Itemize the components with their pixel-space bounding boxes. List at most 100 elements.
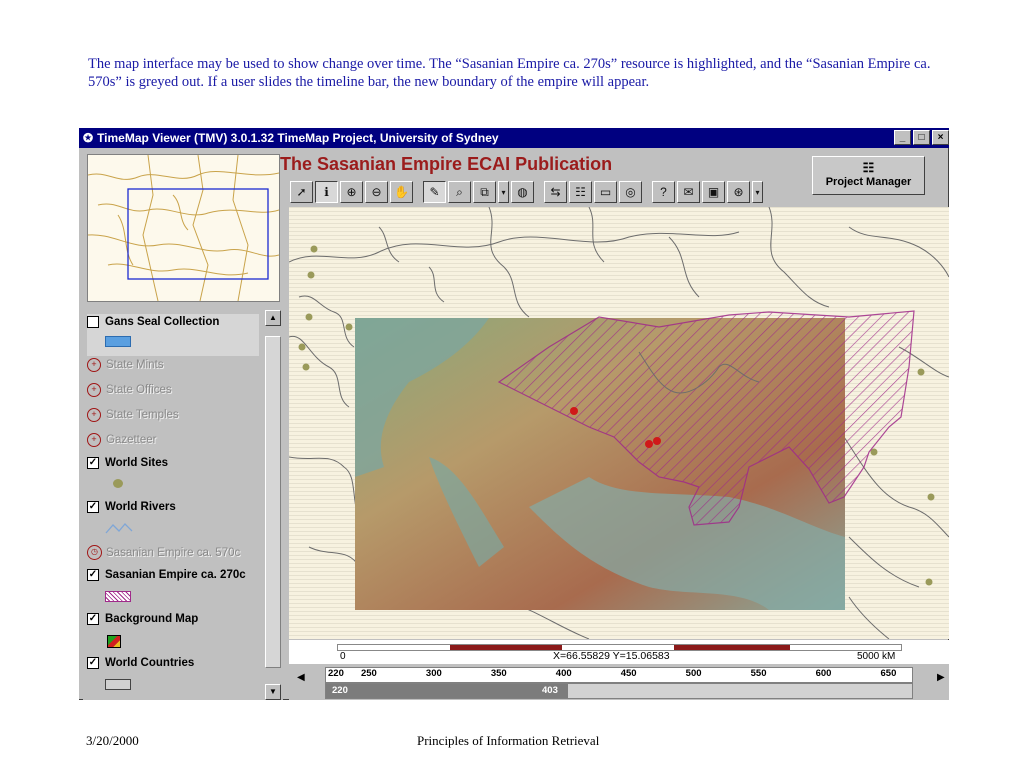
scale-bar: 0 X=66.55829 Y=15.06583 5000 kM	[289, 640, 949, 664]
layer-label: World Sites	[105, 457, 169, 469]
layer-swatch	[105, 521, 133, 540]
layer-item[interactable]: + State Offices	[87, 383, 172, 397]
overview-map[interactable]	[87, 154, 280, 302]
layer-item[interactable]: + State Mints	[87, 358, 164, 372]
dropdown-2-icon[interactable]: ▾	[752, 181, 763, 203]
app-icon: ✪	[83, 131, 94, 145]
save-icon[interactable]: ▣	[702, 181, 725, 203]
layer-item[interactable]: + Gazetteer	[87, 433, 157, 447]
layer-label: World Countries	[105, 657, 195, 669]
window-icon[interactable]: ▭	[594, 181, 617, 203]
scale-end-label: 5000 kM	[857, 651, 896, 662]
main-map-graphic	[289, 207, 949, 639]
cursor-coordinates: X=66.55829 Y=15.06583	[553, 650, 670, 662]
layer-item[interactable]: ✓ World Rivers	[87, 501, 176, 513]
query-magnifier-icon[interactable]: +	[87, 408, 101, 422]
timeline-tick: 250	[360, 668, 377, 679]
timeline-tick: 400	[555, 668, 572, 679]
layer-label: Sasanian Empire ca. 270c	[105, 569, 246, 581]
layer-item[interactable]: ◷ Sasanian Empire ca. 570c	[87, 545, 240, 560]
layer-panel: ▲ ▼ Gans Seal Collection + State Mints + Sta…	[83, 310, 283, 700]
timeline-tick: 350	[490, 668, 507, 679]
timeline-slider[interactable]: 220 403	[325, 683, 913, 699]
copy-icon[interactable]: ⧉	[473, 181, 496, 203]
legend-icon[interactable]: ☷	[569, 181, 592, 203]
dropdown-icon[interactable]: ▾	[498, 181, 509, 203]
query-magnifier-icon[interactable]: +	[87, 358, 101, 372]
timeline-ruler: 220 250 300 350 400 450 500 550 600 650	[325, 667, 913, 683]
layer-scrollbar[interactable]: ▲ ▼	[265, 310, 281, 700]
timeline-selected-range[interactable]	[326, 684, 568, 698]
arrange-icon[interactable]: ⇆	[544, 181, 567, 203]
ruler-icon[interactable]: ✎	[423, 181, 446, 203]
timeline-start-label: 220	[332, 685, 348, 696]
overview-map-graphic	[88, 155, 279, 301]
timeline-end-label: 403	[542, 685, 558, 696]
info-icon[interactable]: ℹ	[315, 181, 338, 203]
main-map[interactable]	[289, 207, 949, 639]
close-button[interactable]: ×	[932, 130, 949, 145]
select-arrow-icon[interactable]: ➚	[290, 181, 313, 203]
window-title: TimeMap Viewer (TMV) 3.0.1.32 TimeMap Pr…	[97, 131, 499, 145]
slide-caption: The map interface may be used to show ch…	[88, 56, 931, 90]
layer-item[interactable]: + State Temples	[87, 408, 179, 422]
layer-label: Gans Seal Collection	[105, 316, 220, 328]
help-icon[interactable]: ?	[652, 181, 675, 203]
zoom-out-icon[interactable]: ⊖	[365, 181, 388, 203]
timeline-tick: 550	[750, 668, 767, 679]
checked-checkbox[interactable]: ✓	[87, 457, 99, 469]
target-icon[interactable]: ◎	[619, 181, 642, 203]
timeline-tick: 300	[425, 668, 442, 679]
publication-title: The Sasanian Empire ECAI Publication	[280, 154, 613, 174]
footer-title: Principles of Information Retrieval	[417, 733, 600, 748]
project-manager-label: Project Manager	[825, 176, 912, 188]
layer-label: State Temples	[106, 409, 179, 421]
globe-search-icon[interactable]: ◍	[511, 181, 534, 203]
layer-item[interactable]: ✓ World Countries	[87, 657, 194, 669]
checked-checkbox[interactable]: ✓	[87, 613, 99, 625]
checked-checkbox[interactable]: ✓	[87, 501, 99, 513]
maximize-button[interactable]: □	[913, 130, 930, 145]
zoom-in-icon[interactable]: ⊕	[340, 181, 363, 203]
layer-swatch	[105, 336, 131, 347]
minimize-button[interactable]: _	[894, 130, 911, 145]
timeline: ◀ 220 250 300 350 400 450 500 550 600 650 220 403…	[289, 664, 949, 700]
timeline-right-arrow-icon[interactable]: ▶	[937, 672, 945, 683]
layer-item[interactable]: ✓ Background Map	[87, 613, 198, 625]
open-folder-icon[interactable]: ✉	[677, 181, 700, 203]
timeline-tick: 650	[880, 668, 897, 679]
layer-swatch	[107, 635, 121, 648]
layer-label: Background Map	[105, 613, 199, 625]
timeline-tick: 220	[328, 668, 344, 679]
timemap-viewer-window: ✪ TimeMap Viewer (TMV) 3.0.1.32 TimeMap …	[79, 128, 949, 700]
layer-label: World Rivers	[105, 501, 176, 513]
pan-hand-icon[interactable]: ✋	[390, 181, 413, 203]
timeline-tick: 450	[620, 668, 637, 679]
layer-label: State Mints	[106, 359, 164, 371]
layer-item[interactable]: Gans Seal Collection	[87, 314, 259, 356]
clock-icon[interactable]: ◷	[87, 545, 102, 560]
layer-label: State Offices	[106, 384, 172, 396]
layer-swatch	[105, 591, 131, 602]
layer-label: Sasanian Empire ca. 570c	[106, 546, 241, 559]
scroll-track[interactable]	[265, 336, 281, 668]
query-magnifier-icon[interactable]: +	[87, 433, 101, 447]
find-icon[interactable]: ⌕	[448, 181, 471, 203]
project-manager-button[interactable]: ☷ Project Manager	[812, 156, 925, 195]
layer-item[interactable]: ✓ World Sites	[87, 457, 168, 469]
unchecked-checkbox[interactable]	[87, 316, 99, 328]
checked-checkbox[interactable]: ✓	[87, 657, 99, 669]
export-icon[interactable]: ⊛	[727, 181, 750, 203]
timeline-tick: 600	[815, 668, 832, 679]
layer-label: Gazetteer	[106, 434, 157, 446]
layer-swatch	[113, 479, 123, 488]
timeline-left-arrow-icon[interactable]: ◀	[297, 672, 305, 683]
layer-item[interactable]: ✓ Sasanian Empire ca. 270c	[87, 569, 246, 581]
scroll-up-button[interactable]: ▲	[265, 310, 281, 326]
checked-checkbox[interactable]: ✓	[87, 569, 99, 581]
project-manager-icon: ☷	[862, 160, 875, 175]
map-toolbar: ➚ ℹ ⊕ ⊖ ✋ ✎ ⌕ ⧉ ▾ ◍ ⇆ ☷ ▭ ◎? ✉ ▣ ⊛ ▾	[290, 181, 763, 203]
window-titlebar: ✪ TimeMap Viewer (TMV) 3.0.1.32 TimeMap …	[79, 128, 949, 148]
scroll-down-button[interactable]: ▼	[265, 684, 281, 700]
query-magnifier-icon[interactable]: +	[87, 383, 101, 397]
